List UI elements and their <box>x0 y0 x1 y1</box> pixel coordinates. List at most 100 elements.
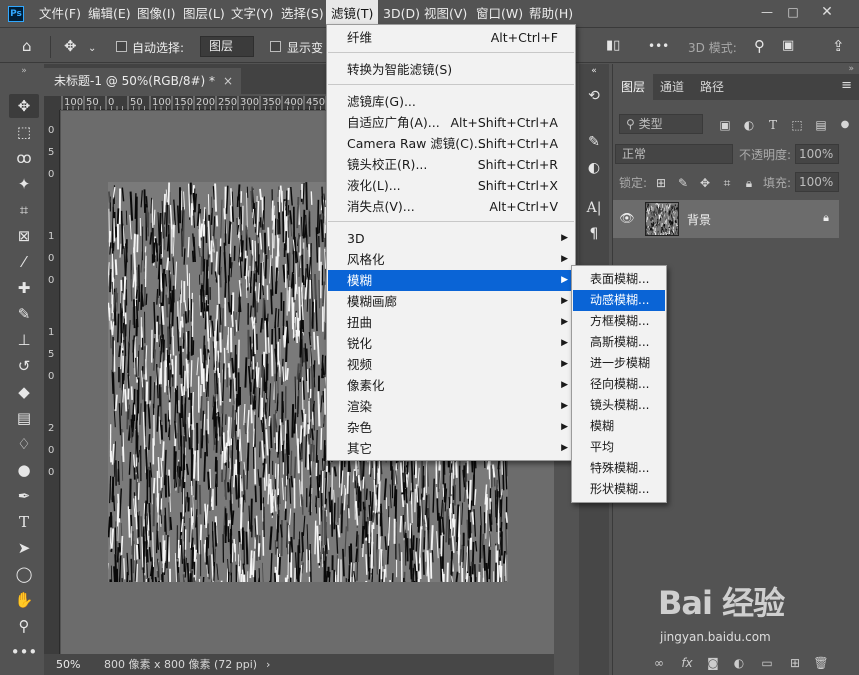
lock-image-icon[interactable]: ✎ <box>675 175 691 191</box>
filter-toggle-icon[interactable]: ● <box>837 117 853 133</box>
pen-tool-icon[interactable]: ✒ <box>9 484 39 508</box>
menu-item-camera-raw[interactable]: Camera Raw 滤镜(C)... Shift+Ctrl+A <box>328 133 574 154</box>
submenu-item-blur-more[interactable]: 进一步模糊 <box>573 353 665 374</box>
panel-grip-icon[interactable]: « <box>582 64 606 78</box>
adjustment-layer-filter-icon[interactable]: ◐ <box>741 117 757 133</box>
lock-artboard-icon[interactable]: ⌗ <box>719 175 735 191</box>
menu-file[interactable]: 文件(F) <box>34 0 86 28</box>
menu-item-convert-smart-filter[interactable]: 转换为智能滤镜(S) <box>328 59 574 80</box>
blur-tool-icon[interactable]: ♢ <box>9 432 39 456</box>
menu-item-other[interactable]: 其它 ▶ <box>328 438 574 459</box>
menu-item-noise[interactable]: 杂色 ▶ <box>328 417 574 438</box>
panel-grip-icon[interactable]: » <box>6 64 42 78</box>
menu-item-filter-gallery[interactable]: 滤镜库(G)... <box>328 91 574 112</box>
dodge-tool-icon[interactable]: ● <box>9 458 39 482</box>
auto-select-target-dropdown[interactable]: 图层 <box>200 36 254 57</box>
submenu-item-average[interactable]: 平均 <box>573 437 665 458</box>
layer-kind-filter[interactable]: ⚲ 类型 <box>619 114 703 134</box>
lasso-tool-icon[interactable]: ꝏ <box>9 146 39 170</box>
menu-item-lens-correction[interactable]: 镜头校正(R)... Shift+Ctrl+R <box>328 154 574 175</box>
path-selection-tool-icon[interactable]: ➤ <box>9 536 39 560</box>
status-menu-chevron-icon[interactable]: › <box>266 656 270 673</box>
menu-item-stylize[interactable]: 风格化 ▶ <box>328 249 574 270</box>
marquee-tool-icon[interactable]: ⬚ <box>9 120 39 144</box>
menu-item-fibers[interactable]: 纤维 Alt+Ctrl+F <box>328 27 574 48</box>
visibility-eye-icon[interactable]: 👁︎ <box>619 211 635 227</box>
history-brush-tool-icon[interactable]: ↺ <box>9 354 39 378</box>
menu-image[interactable]: 图像(I) <box>132 0 180 28</box>
gradient-tool-icon[interactable]: ▤ <box>9 406 39 430</box>
menu-item-sharpen[interactable]: 锐化 ▶ <box>328 333 574 354</box>
lock-transparent-icon[interactable]: ⊞ <box>653 175 669 191</box>
submenu-item-motion-blur[interactable]: 动感模糊... <box>573 290 665 311</box>
submenu-item-radial-blur[interactable]: 径向模糊... <box>573 374 665 395</box>
submenu-item-lens-blur[interactable]: 镜头模糊... <box>573 395 665 416</box>
pixel-layer-filter-icon[interactable]: ▣ <box>717 117 733 133</box>
workspace-icon[interactable]: ▣ <box>782 38 794 54</box>
lock-all-icon[interactable]: 🔒︎ <box>741 175 757 191</box>
auto-select-checkbox[interactable] <box>116 41 127 52</box>
tab-layers[interactable]: 图层 <box>613 74 654 100</box>
eraser-tool-icon[interactable]: ◆ <box>9 380 39 404</box>
align-icon[interactable]: ▮▯ <box>606 38 620 54</box>
character-icon[interactable]: A| <box>582 196 606 220</box>
menu-item-adaptive-wide-angle[interactable]: 自适应广角(A)... Alt+Shift+Ctrl+A <box>328 112 574 133</box>
menu-item-pixelate[interactable]: 像素化 ▶ <box>328 375 574 396</box>
submenu-item-shape-blur[interactable]: 形状模糊... <box>573 479 665 500</box>
clone-stamp-tool-icon[interactable]: ⊥ <box>9 328 39 352</box>
tab-channels[interactable]: 通道 <box>652 74 692 100</box>
panel-grip-icon[interactable]: » <box>613 64 859 74</box>
menu-item-blur-gallery[interactable]: 模糊画廊 ▶ <box>328 291 574 312</box>
smart-object-filter-icon[interactable]: ▤ <box>813 117 829 133</box>
show-transform-checkbox[interactable] <box>270 41 281 52</box>
tab-paths[interactable]: 路径 <box>692 74 732 100</box>
close-icon[interactable]: ✕ <box>816 4 838 22</box>
ellipse-tool-icon[interactable]: ◯ <box>9 562 39 586</box>
zoom-tool-icon[interactable]: ⚲ <box>9 614 39 638</box>
paragraph-icon[interactable]: ¶ <box>582 222 606 246</box>
home-icon[interactable]: ⌂ <box>22 38 32 54</box>
layer-lock-icon[interactable]: 🔒︎ <box>823 211 829 225</box>
type-layer-filter-icon[interactable]: T <box>765 117 781 133</box>
document-tab[interactable]: 未标题-1 @ 50%(RGB/8#) * × <box>44 68 242 94</box>
frame-tool-icon[interactable]: ⊠ <box>9 224 39 248</box>
minimize-icon[interactable]: — <box>756 4 778 22</box>
close-tab-icon[interactable]: × <box>223 74 233 88</box>
move-tool-icon[interactable]: ✥ <box>64 38 77 54</box>
menu-item-vanishing-point[interactable]: 消失点(V)... Alt+Ctrl+V <box>328 196 574 217</box>
menu-item-liquify[interactable]: 液化(L)... Shift+Ctrl+X <box>328 175 574 196</box>
submenu-item-gaussian-blur[interactable]: 高斯模糊... <box>573 332 665 353</box>
share-icon[interactable]: ⇪ <box>832 38 845 54</box>
menu-layer[interactable]: 图层(L) <box>178 0 230 28</box>
more-options-icon[interactable]: ••• <box>648 38 669 54</box>
move-tool-icon[interactable]: ✥ <box>9 94 39 118</box>
submenu-item-smart-blur[interactable]: 特殊模糊... <box>573 458 665 479</box>
chevron-down-icon[interactable]: ⌄ <box>88 41 96 57</box>
magic-wand-tool-icon[interactable]: ✦ <box>9 172 39 196</box>
menu-type[interactable]: 文字(Y) <box>226 0 278 28</box>
menu-item-3d[interactable]: 3D ▶ <box>328 228 574 249</box>
brush-tool-icon[interactable]: ✎ <box>9 302 39 326</box>
menu-edit[interactable]: 编辑(E) <box>83 0 136 28</box>
submenu-item-box-blur[interactable]: 方框模糊... <box>573 311 665 332</box>
layer-row-background[interactable]: 👁︎ 背景 🔒︎ <box>613 200 839 238</box>
layer-name[interactable]: 背景 <box>687 211 711 228</box>
menu-item-render[interactable]: 渲染 ▶ <box>328 396 574 417</box>
restore-icon[interactable]: □ <box>782 4 804 22</box>
shape-layer-filter-icon[interactable]: ⬚ <box>789 117 805 133</box>
type-tool-icon[interactable]: T <box>9 510 39 534</box>
zoom-level-field[interactable]: 50% <box>50 656 92 673</box>
menu-item-blur[interactable]: 模糊 ▶ <box>328 270 574 291</box>
search-icon[interactable]: ⚲ <box>754 38 765 54</box>
history-icon[interactable]: ⟲ <box>582 84 606 108</box>
panel-menu-icon[interactable]: ≡ <box>841 78 852 93</box>
eyedropper-tool-icon[interactable]: ⁄ <box>9 250 39 274</box>
brush-settings-icon[interactable]: ✎ <box>582 130 606 154</box>
blend-mode-dropdown[interactable]: 正常 <box>615 144 733 164</box>
more-tools-icon[interactable]: ••• <box>9 640 39 664</box>
submenu-item-surface-blur[interactable]: 表面模糊... <box>573 269 665 290</box>
fill-field[interactable]: 100% <box>795 172 839 192</box>
adjustments-icon[interactable]: ◐ <box>582 156 606 180</box>
menu-select[interactable]: 选择(S) <box>276 0 329 28</box>
opacity-field[interactable]: 100% <box>795 144 839 164</box>
